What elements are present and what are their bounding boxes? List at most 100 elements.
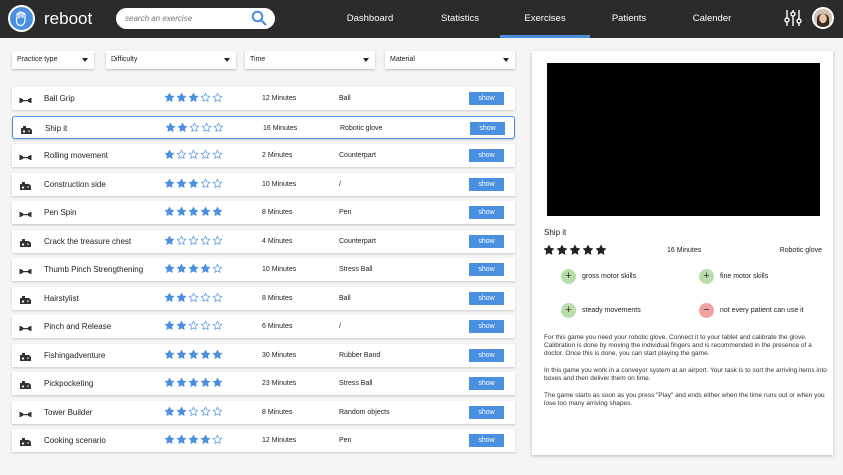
exercise-row[interactable]: Thumb Pinch Strengthening 10 Minutes Stres… (12, 258, 515, 281)
filter-time[interactable]: Time (245, 51, 375, 69)
filter-difficulty[interactable]: Difficulty (106, 51, 236, 69)
star-empty-icon (200, 149, 211, 159)
star-filled-icon (176, 206, 187, 216)
exercise-name: Thumb Pinch Strengthening (44, 265, 144, 274)
difficulty-rating (164, 292, 224, 303)
star-empty-icon (212, 235, 223, 245)
exercise-row[interactable]: Ball Grip 12 Minutes Ball show (12, 87, 515, 110)
caret-down-icon (363, 58, 369, 62)
exercise-name: Pickpocketing (44, 379, 94, 388)
filter-practice-type[interactable]: Practice type (12, 51, 94, 69)
star-empty-icon (200, 235, 211, 245)
exercise-row[interactable]: Pen Spin 8 Minutes Pen show (12, 201, 515, 224)
difficulty-rating (164, 178, 224, 189)
star-empty-icon (176, 149, 187, 159)
star-filled-icon (176, 292, 187, 302)
star-filled-icon (212, 349, 223, 359)
show-button[interactable]: show (469, 177, 504, 191)
hand-logo-icon[interactable] (8, 5, 35, 32)
gamepad-icon (19, 435, 32, 453)
nav-dashboard[interactable]: Dashboard (331, 0, 409, 38)
user-avatar[interactable] (812, 7, 834, 29)
exercise-row[interactable]: Rolling movement 2 Minutes Counterpart show (12, 144, 515, 167)
difficulty-rating (165, 122, 225, 133)
exercise-row[interactable]: Construction side 10 Minutes / show (12, 172, 515, 196)
dumbbell-icon (19, 264, 32, 282)
star-filled-icon (164, 206, 175, 216)
exercise-time: 30 Minutes (262, 351, 297, 359)
exercise-row[interactable]: Pinch and Release 6 Minutes / show (12, 315, 515, 338)
skill-label: gross motor skills (582, 273, 637, 280)
show-button[interactable]: show (469, 291, 504, 305)
show-button[interactable]: show (469, 348, 504, 362)
star-filled-icon (176, 377, 187, 387)
exercise-material: Pen (339, 437, 352, 444)
exercise-name: Ball Grip (44, 94, 75, 103)
exercise-material: Stress Ball (339, 266, 373, 273)
skill-label: steady movements (582, 307, 641, 314)
star-empty-icon (176, 235, 187, 245)
star-filled-icon (200, 349, 211, 359)
exercise-row[interactable]: Cooking scenario 12 Minutes Pen show (12, 429, 515, 452)
star-filled-icon (164, 377, 175, 387)
filter-label: Material (390, 56, 415, 63)
show-button[interactable]: show (469, 263, 504, 276)
star-filled-icon (176, 263, 187, 273)
exercise-material: Pen (339, 209, 352, 216)
show-button[interactable]: show (469, 206, 504, 219)
star-filled-icon (188, 206, 199, 216)
star-filled-icon (595, 244, 607, 255)
show-button[interactable]: show (469, 320, 504, 333)
star-filled-icon (176, 434, 187, 444)
gamepad-icon (19, 236, 32, 254)
star-filled-icon (200, 263, 211, 273)
show-button[interactable]: show (469, 377, 504, 390)
show-button[interactable]: show (470, 121, 505, 135)
search-input[interactable] (125, 11, 245, 26)
difficulty-rating (164, 406, 224, 417)
skill-label: not every patient can use it (720, 307, 804, 314)
gamepad-icon (20, 123, 33, 141)
show-button[interactable]: show (469, 434, 504, 447)
filter-material[interactable]: Material (385, 51, 515, 69)
exercise-material: Counterpart (339, 152, 376, 159)
gamepad-icon (19, 293, 32, 311)
star-filled-icon (212, 206, 223, 216)
exercise-row[interactable]: Crack the treasure chest 4 Minutes Counter… (12, 229, 515, 254)
skill-item: + steady movements (561, 303, 641, 318)
nav-patients[interactable]: Patients (590, 0, 668, 38)
nav-exercises[interactable]: Exercises (500, 0, 590, 38)
filter-label: Time (250, 56, 266, 63)
nav-statistics[interactable]: Statistics (421, 0, 499, 38)
exercise-row[interactable]: Tower Builder 8 Minutes Random objects show (12, 400, 515, 424)
description-paragraph: In this game you work in a conveyor syst… (544, 367, 827, 383)
star-empty-icon (188, 320, 199, 330)
star-empty-icon (212, 292, 223, 302)
show-button[interactable]: show (469, 149, 504, 162)
star-filled-icon (176, 92, 187, 102)
nav-calender[interactable]: Calender (673, 0, 751, 38)
gamepad-icon (19, 378, 32, 396)
show-button[interactable]: show (469, 234, 504, 248)
exercise-row[interactable]: Ship it 16 Minutes Robotic glove show (12, 115, 515, 141)
settings-sliders-icon[interactable] (784, 9, 802, 32)
show-button[interactable]: show (469, 92, 504, 105)
star-empty-icon (188, 149, 199, 159)
star-empty-icon (200, 292, 211, 302)
detail-time: 16 Minutes (667, 247, 702, 254)
detail-material: Robotic glove (779, 247, 822, 254)
star-filled-icon (164, 292, 175, 302)
show-button[interactable]: show (469, 405, 504, 419)
exercise-name: Cooking scenario (44, 436, 106, 445)
star-filled-icon (164, 178, 175, 188)
video-player[interactable] (547, 63, 820, 216)
exercise-time: 10 Minutes (262, 266, 297, 273)
exercise-row[interactable]: Hairstylist 8 Minutes Ball show (12, 286, 515, 311)
search-icon[interactable] (251, 10, 267, 31)
exercise-row[interactable]: Pickpocketing 23 Minutes Stress Ball show (12, 372, 515, 395)
star-filled-icon (200, 206, 211, 216)
star-empty-icon (201, 122, 212, 132)
star-filled-icon (176, 406, 187, 416)
star-filled-icon (212, 377, 223, 387)
exercise-row[interactable]: Fishingadventure 30 Minutes Rubber Band sho… (12, 343, 515, 367)
